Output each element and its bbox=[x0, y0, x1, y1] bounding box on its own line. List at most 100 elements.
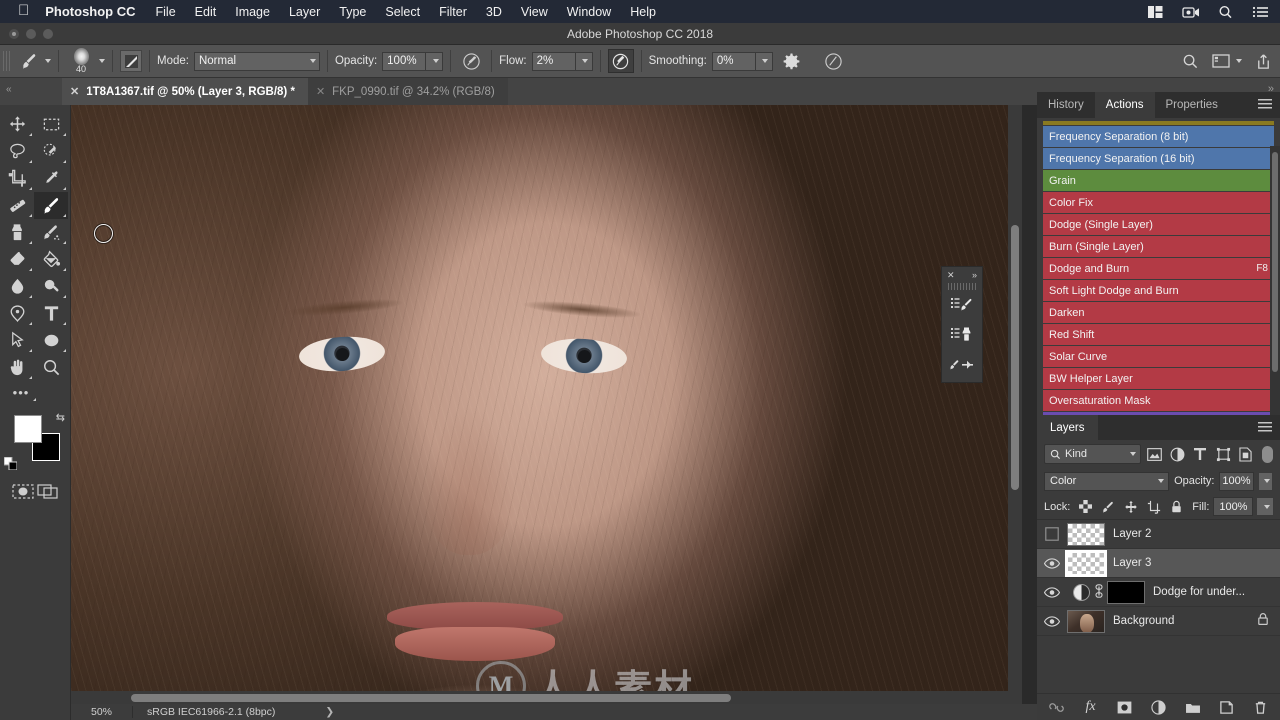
type-layer-filter-icon[interactable] bbox=[1192, 446, 1209, 463]
action-row[interactable]: Dodge (Single Layer) bbox=[1043, 214, 1274, 235]
tool-presets-icon[interactable] bbox=[942, 350, 982, 380]
menu-image[interactable]: Image bbox=[235, 5, 270, 19]
share-icon[interactable] bbox=[1255, 53, 1272, 70]
brush-presets-icon[interactable] bbox=[942, 290, 982, 320]
lock-position-icon[interactable] bbox=[1124, 499, 1138, 514]
tool-expand-triangle[interactable] bbox=[29, 268, 32, 271]
adjustment-layer-filter-icon[interactable] bbox=[1169, 446, 1186, 463]
crop-tool-icon[interactable] bbox=[0, 165, 34, 192]
mini-dock-grip[interactable] bbox=[948, 283, 976, 290]
layer-opacity-stepper[interactable] bbox=[1258, 471, 1273, 491]
smoothing-input[interactable]: 0% bbox=[711, 51, 756, 71]
action-row[interactable]: Frequency Separation (8 bit) bbox=[1043, 126, 1274, 147]
quick-mask-icon[interactable] bbox=[11, 484, 34, 500]
minimize-window-button[interactable] bbox=[26, 29, 36, 39]
smart-object-filter-icon[interactable] bbox=[1237, 446, 1254, 463]
fill-stepper[interactable] bbox=[1257, 497, 1275, 516]
actions-list[interactable]: Frequency Separation (8 bit) Frequency Se… bbox=[1037, 126, 1280, 433]
flow-stepper[interactable] bbox=[575, 51, 593, 71]
menu-select[interactable]: Select bbox=[385, 5, 420, 19]
layer-style-fx-icon[interactable]: fx bbox=[1082, 699, 1099, 716]
gradient-tool-icon[interactable] bbox=[34, 246, 68, 273]
dodge-tool-icon[interactable] bbox=[34, 273, 68, 300]
shape-layer-filter-icon[interactable] bbox=[1215, 446, 1232, 463]
layer-mask-thumbnail[interactable] bbox=[1107, 580, 1145, 604]
pen-tool-icon[interactable] bbox=[0, 300, 34, 327]
pressure-opacity-icon[interactable] bbox=[458, 49, 484, 73]
tool-expand-triangle[interactable] bbox=[29, 322, 32, 325]
lock-artboard-icon[interactable] bbox=[1147, 499, 1161, 514]
tool-expand-triangle[interactable] bbox=[63, 268, 66, 271]
gear-icon[interactable] bbox=[779, 49, 805, 73]
brush-settings-icon[interactable] bbox=[120, 50, 142, 72]
tab-properties[interactable]: Properties bbox=[1155, 92, 1229, 118]
menu-type[interactable]: Type bbox=[339, 5, 366, 19]
clone-source-icon[interactable] bbox=[942, 320, 982, 350]
options-bar-grip[interactable] bbox=[3, 51, 12, 71]
panel-menu-icon[interactable] bbox=[1258, 99, 1272, 110]
filter-kind-select[interactable]: Kind bbox=[1044, 444, 1141, 464]
opacity-input[interactable]: 100% bbox=[382, 51, 427, 71]
tool-expand-triangle[interactable] bbox=[63, 187, 66, 190]
action-row[interactable]: Dodge and Burn F8 bbox=[1043, 258, 1274, 279]
smoothing-stepper[interactable] bbox=[755, 51, 773, 71]
opacity-stepper[interactable] bbox=[426, 51, 444, 71]
tool-expand-triangle[interactable] bbox=[33, 398, 36, 401]
tool-expand-triangle[interactable] bbox=[29, 133, 32, 136]
tool-expand-triangle[interactable] bbox=[29, 214, 32, 217]
swap-colors-icon[interactable]: ⇆ bbox=[56, 411, 65, 424]
tab-actions[interactable]: Actions bbox=[1094, 92, 1155, 118]
layer-visibility-toggle[interactable] bbox=[1037, 615, 1067, 627]
canvas-horizontal-scroll-thumb[interactable] bbox=[131, 694, 731, 702]
layer-thumbnail[interactable] bbox=[1067, 522, 1105, 546]
close-icon[interactable]: ✕ bbox=[70, 85, 79, 98]
tool-expand-triangle[interactable] bbox=[63, 295, 66, 298]
hand-tool-icon[interactable] bbox=[0, 354, 34, 381]
tab-history[interactable]: History bbox=[1037, 92, 1095, 118]
tab-layers[interactable]: Layers bbox=[1037, 415, 1098, 440]
new-layer-icon[interactable] bbox=[1218, 699, 1235, 716]
eraser-tool-icon[interactable] bbox=[0, 246, 34, 273]
airbrush-icon[interactable] bbox=[607, 49, 634, 73]
close-window-button[interactable] bbox=[9, 29, 19, 39]
action-row[interactable]: Oversaturation Mask bbox=[1043, 390, 1274, 411]
tool-expand-triangle[interactable] bbox=[63, 241, 66, 244]
canvas-vertical-scrollbar[interactable] bbox=[1008, 105, 1022, 691]
siri-list-icon[interactable] bbox=[1252, 5, 1270, 19]
menu-filter[interactable]: Filter bbox=[439, 5, 467, 19]
menu-edit[interactable]: Edit bbox=[195, 5, 217, 19]
spot-healing-brush-tool-icon[interactable] bbox=[0, 192, 34, 219]
quick-selection-tool-icon[interactable] bbox=[34, 138, 68, 165]
tool-expand-triangle[interactable] bbox=[63, 214, 66, 217]
filter-toggle-switch[interactable] bbox=[1262, 445, 1273, 463]
fill-value[interactable]: 100% bbox=[1213, 497, 1254, 516]
control-center-icon[interactable] bbox=[1147, 5, 1165, 19]
layer-row[interactable]: Dodge for under... bbox=[1037, 578, 1280, 607]
new-group-icon[interactable] bbox=[1184, 699, 1201, 716]
action-row[interactable]: Color Fix bbox=[1043, 192, 1274, 213]
document-tab-2[interactable]: ✕ FKP_0990.tif @ 34.2% (RGB/8) bbox=[307, 78, 508, 105]
apple-logo-icon[interactable]:  bbox=[18, 3, 29, 18]
spotlight-search-icon[interactable] bbox=[1217, 5, 1235, 19]
brush-tool-preset-caret[interactable] bbox=[45, 59, 51, 63]
menu-help[interactable]: Help bbox=[630, 5, 656, 19]
layer-row[interactable]: Layer 3 bbox=[1037, 549, 1280, 578]
tool-expand-triangle[interactable] bbox=[29, 295, 32, 298]
tool-expand-triangle[interactable] bbox=[63, 322, 66, 325]
menu-layer[interactable]: Layer bbox=[289, 5, 320, 19]
document-canvas-area[interactable]: M 人人素材 50% sRGB IEC61966-2.1 (8bpc) ❯ ✕ … bbox=[71, 105, 1037, 720]
adjustment-layer-thumbnail[interactable] bbox=[1073, 583, 1090, 601]
action-row[interactable]: Darken bbox=[1043, 302, 1274, 323]
mask-link-icon[interactable] bbox=[1094, 583, 1104, 601]
pixel-layer-filter-icon[interactable] bbox=[1147, 446, 1164, 463]
move-tool-icon[interactable] bbox=[0, 111, 34, 138]
new-adjustment-layer-icon[interactable] bbox=[1150, 699, 1167, 716]
layer-blend-mode-select[interactable]: Color bbox=[1044, 471, 1170, 491]
tab-scroll-left-icon[interactable]: « bbox=[6, 84, 12, 95]
brush-tool-icon[interactable] bbox=[34, 192, 68, 219]
tool-expand-triangle[interactable] bbox=[29, 349, 32, 352]
edit-toolbar-icon[interactable]: ••• bbox=[4, 381, 38, 403]
tool-expand-triangle[interactable] bbox=[63, 133, 66, 136]
actions-scroll-thumb[interactable] bbox=[1272, 152, 1278, 372]
double-chevron-right-icon[interactable]: » bbox=[972, 270, 977, 280]
